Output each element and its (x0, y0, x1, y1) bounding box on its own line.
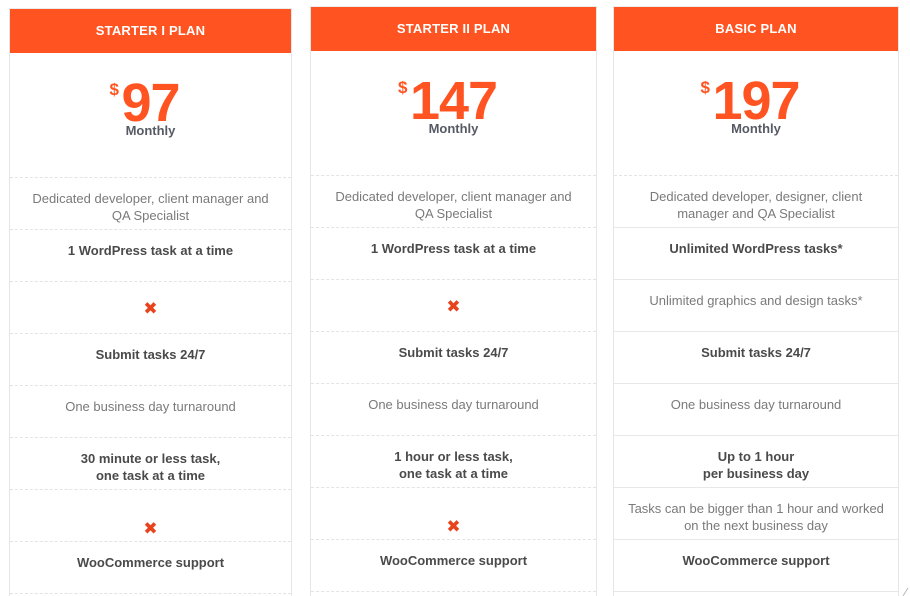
feature-text: Tasks can be bigger than 1 hour and work… (628, 501, 884, 533)
x-icon: ✖ (143, 519, 158, 538)
feature-text: 1 WordPress task at a time (370, 241, 537, 256)
feature-row: ✖ (311, 488, 596, 540)
feature-text: Submit tasks 24/7 (701, 345, 811, 360)
feature-row: WooCommerce support (614, 540, 898, 592)
feature-row: 1 WordPress task at a time (10, 230, 291, 282)
feature-text: Dedicated developer, designer, client ma… (649, 189, 863, 221)
plan-card: BASIC PLAN $197 Monthly Dedicated developer… (613, 6, 899, 596)
feature-row: Submit tasks 24/7 (614, 332, 898, 384)
currency-symbol: $ (109, 80, 119, 99)
price: $197 (700, 74, 800, 128)
feature-text: 30 minute or less task, one task at a ti… (80, 451, 221, 483)
feature-row: 1 hour or less task, one task at a time (311, 436, 596, 488)
feature-row: 30 minute or less task, one task at a ti… (10, 438, 291, 490)
feature-row: Submit tasks 24/7 (10, 334, 291, 386)
feature-row: Unlimited WordPress tasks* (614, 228, 898, 280)
feature-row: Tasks can be bigger than 1 hour and work… (614, 488, 898, 540)
feature-text: WooCommerce support (379, 553, 528, 568)
feature-row: WooCommerce support (10, 542, 291, 594)
price-amount: 97 (121, 73, 180, 133)
feature-text: Up to 1 hour per business day (702, 449, 810, 481)
resize-handle-icon (902, 587, 909, 596)
price-block: $97 Monthly (10, 53, 291, 178)
price: $147 (398, 74, 498, 128)
plan-name: BASIC PLAN (614, 6, 898, 51)
feature-text: Unlimited WordPress tasks* (669, 241, 843, 256)
currency-symbol: $ (700, 78, 710, 97)
feature-row: ✖ (311, 280, 596, 332)
currency-symbol: $ (397, 78, 408, 97)
feature-row: 1 WordPress task at a time (311, 228, 596, 280)
feature-row: One business day turnaround (614, 384, 898, 436)
feature-row: ✖ (10, 490, 291, 542)
price-amount: 197 (712, 71, 800, 131)
feature-text: One business day turnaround (65, 399, 236, 414)
feature-row: ✖ (10, 282, 291, 334)
price: $97 (109, 76, 180, 130)
x-icon: ✖ (446, 297, 461, 316)
feature-text: 1 WordPress task at a time (67, 243, 234, 258)
feature-row: WooCommerce support (311, 540, 596, 592)
plan-card: STARTER II PLAN $147 Monthly Dedicated deve… (310, 6, 597, 596)
feature-text: Dedicated developer, client manager and … (32, 191, 269, 223)
price-block: $147 Monthly (311, 51, 596, 176)
feature-text: Dedicated developer, client manager and … (335, 189, 572, 221)
feature-row: Dedicated developer, client manager and … (311, 176, 596, 228)
x-icon: ✖ (143, 299, 158, 318)
feature-row: Dedicated developer, designer, client ma… (614, 176, 898, 228)
feature-text: WooCommerce support (76, 555, 225, 570)
feature-text: WooCommerce support (682, 553, 830, 568)
feature-text: 1 hour or less task, one task at a time (394, 449, 513, 481)
feature-text: One business day turnaround (368, 397, 539, 412)
feature-text: Submit tasks 24/7 (398, 345, 509, 360)
feature-row: Unlimited graphics and design tasks* (614, 280, 898, 332)
x-icon: ✖ (446, 517, 461, 536)
feature-text: Submit tasks 24/7 (95, 347, 206, 362)
price-amount: 147 (409, 71, 498, 131)
plan-name: STARTER I PLAN (10, 8, 291, 53)
feature-row: Up to 1 hour per business day (614, 436, 898, 488)
plan-name: STARTER II PLAN (311, 6, 596, 51)
feature-row: One business day turnaround (311, 384, 596, 436)
feature-row: Submit tasks 24/7 (311, 332, 596, 384)
feature-text: One business day turnaround (670, 397, 842, 412)
feature-text: Unlimited graphics and design tasks* (649, 293, 863, 308)
feature-row: Dedicated developer, client manager and … (10, 178, 291, 230)
plan-card: STARTER I PLAN $97 Monthly Dedicated develo… (9, 8, 292, 596)
feature-row: One business day turnaround (10, 386, 291, 438)
price-block: $197 Monthly (614, 51, 898, 176)
